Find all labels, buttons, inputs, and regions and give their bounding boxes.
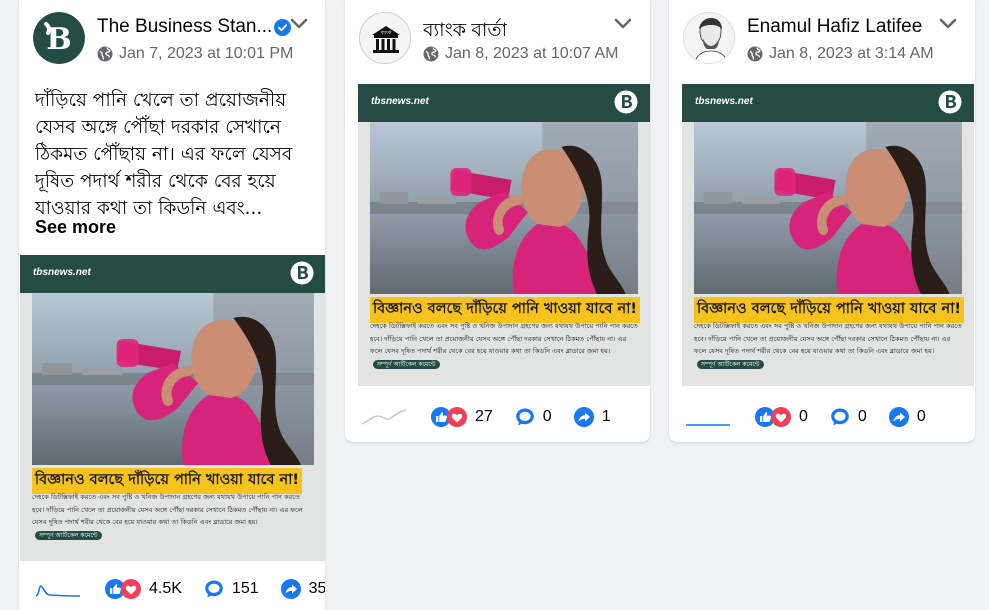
image-site-label: tbsnews.net <box>33 267 91 278</box>
page-name[interactable]: Enamul Hafiz Latifee <box>747 16 922 38</box>
image-body: দেহকে ডিটক্সিফাই করতে এবং সব পুষ্টি ও খন… <box>370 322 638 355</box>
chevron-down-icon[interactable] <box>939 18 957 30</box>
chevron-down-icon[interactable] <box>614 18 632 30</box>
woman-drinking-photo <box>32 293 314 465</box>
share-icon <box>574 407 594 427</box>
image-body-text: দেহকে ডিটক্সিফাই করতে এবং সব পুষ্টি ও খন… <box>32 491 314 541</box>
reactions-count[interactable]: 0 <box>755 407 808 427</box>
avatar-label: ব্যাংক <box>380 30 392 36</box>
post-header: Enamul Hafiz Latifee Jan 8, 2023 at 3:14… <box>669 0 975 84</box>
sparkline-icon <box>361 409 407 425</box>
image-body-text: দেহকে ডিটক্সিফাই করতে এবং সব পুষ্টি ও খন… <box>694 320 962 370</box>
shares-count[interactable]: 1 <box>574 407 611 427</box>
post-header: B The Business Stan... Jan 7, 2023 at 10… <box>19 0 325 84</box>
woman-drinking-photo <box>370 122 638 294</box>
comment-icon <box>830 407 850 427</box>
page-name[interactable]: The Business Stan... <box>97 16 272 37</box>
globe-icon <box>423 46 439 62</box>
sparkline-icon <box>35 585 81 597</box>
image-pill: সম্পূর্ণ আর্টিকেল কমেন্টে <box>35 530 102 540</box>
reactions-value: 0 <box>799 408 808 425</box>
globe-icon <box>747 46 763 62</box>
avatar[interactable]: ব্যাংক <box>359 12 411 64</box>
post-date[interactable]: Jan 8, 2023 at 3:14 AM <box>769 45 934 63</box>
post-date[interactable]: Jan 8, 2023 at 10:07 AM <box>445 45 618 63</box>
post-date[interactable]: Jan 7, 2023 at 10:01 PM <box>119 45 293 63</box>
chevron-down-icon[interactable] <box>290 18 308 30</box>
reactions-value: 4.5K <box>149 580 182 597</box>
image-body: দেহকে ডিটক্সিফাই করতে এবং সব পুষ্টি ও খন… <box>694 322 962 355</box>
post-card: Enamul Hafiz Latifee Jan 8, 2023 at 3:14… <box>669 0 975 442</box>
post-image[interactable]: tbsnews.net বিজ্ঞানও বলছে দাঁড়িয়ে পানি… <box>682 84 974 386</box>
image-pill: সম্পূর্ণ আর্টিকেল কমেন্টে <box>373 359 440 369</box>
post-header: ব্যাংক ব্যাংক বার্তা Jan 8, 2023 at 10:0… <box>345 0 650 84</box>
comments-value: 151 <box>231 580 259 597</box>
shares-value: 0 <box>916 408 926 425</box>
share-icon <box>281 579 301 599</box>
post-card: ব্যাংক ব্যাংক বার্তা Jan 8, 2023 at 10:0… <box>345 0 650 442</box>
comments-count[interactable]: 0 <box>830 407 867 427</box>
post-card: B The Business Stan... Jan 7, 2023 at 10… <box>19 0 325 610</box>
tbs-logo <box>290 261 314 285</box>
post-stats: 0 0 0 <box>685 407 948 427</box>
post-stats: 4.5K 151 357 <box>35 579 325 599</box>
reactions-value: 27 <box>475 408 493 425</box>
sparkline-icon <box>686 424 730 426</box>
shares-count[interactable]: 0 <box>889 407 926 427</box>
post-timestamp[interactable]: Jan 7, 2023 at 10:01 PM <box>97 45 293 63</box>
comment-icon <box>204 579 224 599</box>
woman-drinking-photo <box>694 122 962 294</box>
comment-icon <box>515 407 535 427</box>
tbs-logo <box>938 90 962 114</box>
post-timestamp[interactable]: Jan 8, 2023 at 3:14 AM <box>747 45 934 63</box>
verified-icon <box>274 19 291 36</box>
image-site-label: tbsnews.net <box>371 96 429 107</box>
comments-value: 0 <box>857 408 867 425</box>
globe-icon <box>97 46 113 62</box>
comments-count[interactable]: 151 <box>204 579 259 599</box>
avatar[interactable]: B <box>33 12 85 64</box>
page-name[interactable]: ব্যাংক বার্তা <box>423 16 507 48</box>
avatar[interactable] <box>683 12 735 64</box>
post-stats: 27 0 1 <box>361 407 633 427</box>
see-more-link[interactable]: See more <box>35 217 116 238</box>
post-image[interactable]: tbsnews.net বিজ্ঞানও বলছে দাঁড়িয়ে পানি… <box>358 84 650 386</box>
shares-value: 357 <box>308 580 325 597</box>
post-image[interactable]: tbsnews.net বিজ্ঞানও বলছে দাঁড়িয়ে পানি… <box>20 255 325 561</box>
image-site-label: tbsnews.net <box>695 96 753 107</box>
reactions-count[interactable]: 4.5K <box>105 579 182 599</box>
tbs-logo <box>614 90 638 114</box>
post-text: দাঁড়িয়ে পানি খেলে তা প্রয়োজনীয় যেসব … <box>35 90 293 219</box>
page-name-link[interactable]: The Business Stan... <box>97 16 285 38</box>
shares-count[interactable]: 357 <box>281 579 325 599</box>
share-icon <box>889 407 909 427</box>
love-icon <box>447 407 467 427</box>
post-timestamp[interactable]: Jan 8, 2023 at 10:07 AM <box>423 45 618 63</box>
comments-count[interactable]: 0 <box>515 407 552 427</box>
reactions-count[interactable]: 27 <box>431 407 493 427</box>
comments-value: 0 <box>542 408 552 425</box>
image-body: দেহকে ডিটক্সিফাই করতে এবং সব পুষ্টি ও খন… <box>32 493 303 526</box>
love-icon <box>121 579 141 599</box>
shares-value: 1 <box>601 408 611 425</box>
love-icon <box>771 407 791 427</box>
image-pill: সম্পূর্ণ আর্টিকেল কমেন্টে <box>697 359 764 369</box>
image-body-text: দেহকে ডিটক্সিফাই করতে এবং সব পুষ্টি ও খন… <box>370 320 638 370</box>
